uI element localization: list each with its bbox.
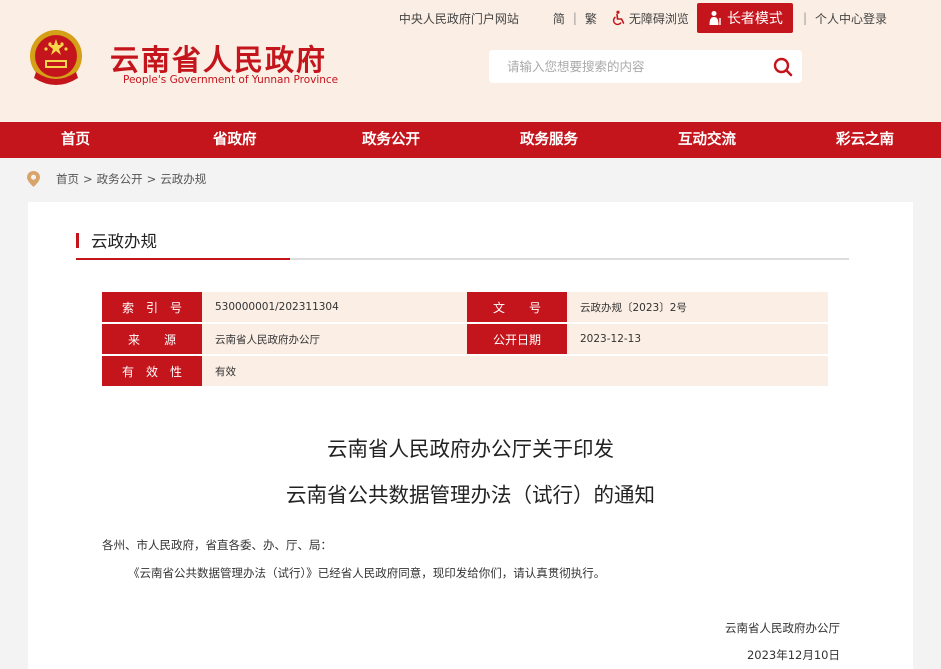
validity-value: 有效 [202,356,828,386]
document-number-value: 云政办规〔2023〕2号 [567,292,828,322]
breadcrumb-separator: > [146,172,157,186]
simplified-chinese-link[interactable]: 简 [553,10,565,27]
breadcrumb-current[interactable]: 云政办规 [160,171,206,187]
nav-home[interactable]: 首页 [61,122,90,158]
nav-provincial-government[interactable]: 省政府 [213,122,257,158]
nav-colorful-yunnan[interactable]: 彩云之南 [836,122,894,158]
index-number-value: 530000001/202311304 [202,292,467,322]
document-date: 2023年12月10日 [746,648,840,662]
traditional-chinese-link[interactable]: 繁 [585,10,597,27]
section-title: 云政办规 [91,232,157,251]
search-icon[interactable] [772,56,794,78]
breadcrumb-disclosure[interactable]: 政务公开 [97,171,143,187]
wheelchair-icon [612,10,625,26]
document-title-line-2: 云南省公共数据管理办法（试行）的通知 [286,483,655,507]
document-number-label: 文 号 [467,292,567,322]
top-bar: 中央人民政府门户网站 简 | 繁 无障碍浏览 长者模式 | 个人中心登录 [393,3,893,33]
meta-row: 索 引 号 530000001/202311304 文 号 云政办规〔2023〕… [102,292,828,324]
section-marker [76,232,79,248]
section-divider [76,258,849,260]
document-issuer: 云南省人民政府办公厅 [725,621,840,635]
national-emblem-icon [30,30,82,85]
nav-government-affairs-disclosure[interactable]: 政务公开 [362,122,420,158]
publish-date-value: 2023-12-13 [567,324,828,354]
site-subtitle: People's Government of Yunnan Province [123,74,339,86]
search-box [489,50,802,83]
document-title-line-1: 云南省人民政府办公厅关于印发 [327,437,614,461]
meta-row: 来 源 云南省人民政府办公厅 公开日期 2023-12-13 [102,324,828,356]
separator: | [802,11,807,25]
breadcrumb: 首页 > 政务公开 > 云政办规 [26,170,206,188]
site-title[interactable]: 云南省人民政府 [110,37,327,79]
nav-government-services[interactable]: 政务服务 [520,122,578,158]
main-nav: 首页 省政府 政务公开 政务服务 互动交流 彩云之南 [0,122,941,158]
document-body: 《云南省公共数据管理办法（试行）》已经省人民政府同意，现印发给你们，请认真贯彻执… [128,566,606,580]
document-meta-table: 索 引 号 530000001/202311304 文 号 云政办规〔2023〕… [102,292,828,388]
breadcrumb-separator: > [83,172,93,186]
breadcrumb-home[interactable]: 首页 [56,171,79,187]
location-pin-icon [27,171,40,187]
document-salutation: 各州、市人民政府，省直各委、办、厅、局： [102,538,332,552]
publish-date-label: 公开日期 [467,324,567,354]
separator: | [572,11,577,25]
content-panel: 云政办规 索 引 号 530000001/202311304 文 号 云政办规〔… [28,202,913,669]
nav-interaction[interactable]: 互动交流 [678,122,736,158]
elder-person-icon [709,11,721,25]
source-value: 云南省人民政府办公厅 [202,324,467,354]
index-number-label: 索 引 号 [102,292,202,322]
user-center-login-link[interactable]: 个人中心登录 [815,10,887,27]
meta-row: 有 效 性 有效 [102,356,828,388]
search-input[interactable] [505,50,749,83]
source-label: 来 源 [102,324,202,354]
elder-mode-label: 长者模式 [726,11,783,27]
section-heading: 云政办规 [76,229,157,251]
central-portal-link[interactable]: 中央人民政府门户网站 [399,10,519,27]
validity-label: 有 效 性 [102,356,202,386]
elder-mode-button[interactable]: 长者模式 [696,3,793,33]
accessibility-link[interactable]: 无障碍浏览 [611,10,689,27]
site-header: 中央人民政府门户网站 简 | 繁 无障碍浏览 长者模式 | 个人中心登录 云南省… [0,0,941,122]
accessibility-label: 无障碍浏览 [628,11,689,26]
